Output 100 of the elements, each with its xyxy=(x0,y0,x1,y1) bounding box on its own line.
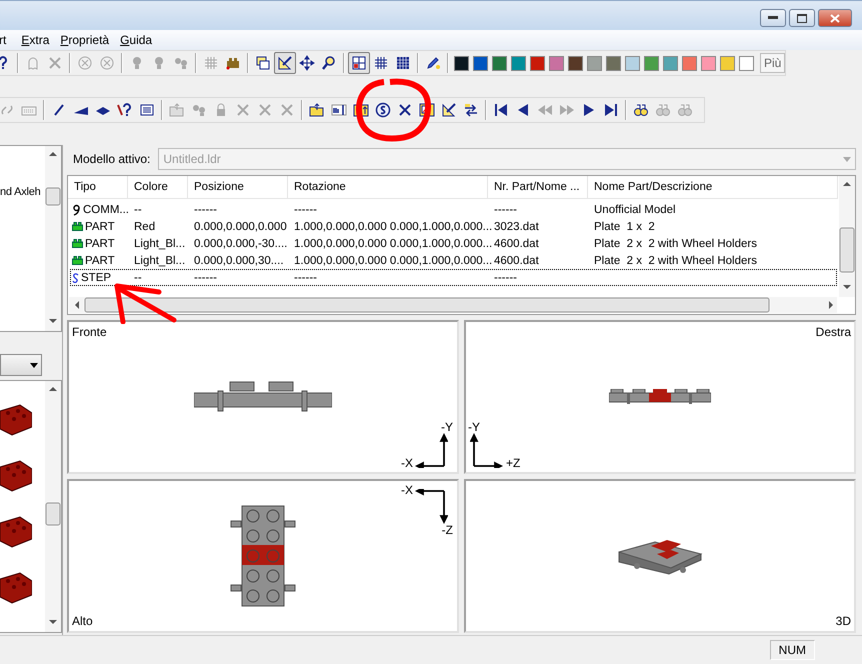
table-cell-text: ------ xyxy=(493,270,518,286)
step-icon xyxy=(375,102,391,118)
brick-icon xyxy=(72,256,83,265)
color-swatch[interactable] xyxy=(492,56,507,70)
menu-item[interactable]: Extra xyxy=(21,33,56,47)
column-header[interactable]: Nr. Part/Nome ... xyxy=(488,176,588,198)
column-header[interactable]: Rotazione xyxy=(288,176,488,198)
minimize-icon xyxy=(768,16,778,20)
table-cell: PART xyxy=(84,220,115,232)
color-swatch[interactable] xyxy=(549,56,564,70)
rewind-icon xyxy=(537,102,553,118)
dense-grid-icon xyxy=(395,55,411,71)
horizontal-scrollbar[interactable] xyxy=(69,297,837,313)
view-label: 3D xyxy=(836,614,851,628)
folder-icon xyxy=(309,102,325,118)
color-swatch[interactable] xyxy=(739,56,754,70)
table-cell: PART xyxy=(84,238,115,250)
menu-item[interactable]: Guida xyxy=(120,33,160,47)
vertical-scrollbar[interactable] xyxy=(839,176,855,297)
fast-forward-icon xyxy=(559,102,575,118)
brick-icon xyxy=(72,239,83,248)
more-colors-button[interactable]: Più xyxy=(760,53,786,73)
cross-icon xyxy=(397,102,413,118)
table-cell-text: Plate 2 x 2 with Wheel Holders xyxy=(593,254,758,268)
color-swatch[interactable] xyxy=(701,56,716,70)
skip-last-icon xyxy=(603,102,619,118)
ruler-icon xyxy=(277,55,293,71)
table-cell-text: Red xyxy=(133,220,156,234)
pencil-icon xyxy=(425,55,441,71)
grid-icon xyxy=(373,55,389,71)
cross-icon xyxy=(47,55,63,71)
arrow-annotation xyxy=(112,282,178,324)
model-label: Modello attivo: xyxy=(73,152,150,166)
table-cell-text: Plate 1 x 2 xyxy=(593,220,656,234)
menu-item[interactable]: Proprietà xyxy=(60,33,116,47)
axis-label: -X xyxy=(401,456,413,470)
axis-label: -Z xyxy=(442,523,453,537)
table-row[interactable]: COMM... -- ------ ------ ------ Unofficial Model xyxy=(70,201,837,218)
color-swatch[interactable] xyxy=(720,56,735,70)
maximize-icon xyxy=(797,14,807,22)
table-cell-text: Light_Bl... xyxy=(133,236,186,252)
comment-icon xyxy=(72,204,81,216)
skip-first-icon xyxy=(493,102,509,118)
binoculars-icon xyxy=(677,102,693,118)
dropdown-arrow-icon xyxy=(30,362,38,368)
axis-label: +Z xyxy=(506,456,520,470)
list-icon xyxy=(139,102,155,118)
cross-icon xyxy=(257,102,273,118)
category-dropdown[interactable] xyxy=(0,354,42,376)
close-button[interactable] xyxy=(818,9,852,27)
status-indicator: NUM xyxy=(770,640,815,660)
dropdown-arrow-icon xyxy=(843,156,851,162)
color-swatch[interactable] xyxy=(568,56,583,70)
column-header[interactable]: Colore xyxy=(128,176,188,198)
table-cell-text: Light_Bl... xyxy=(133,254,186,268)
column-header[interactable]: Posizione xyxy=(188,176,288,198)
circle-cross-icon xyxy=(99,55,115,71)
tree-item[interactable]: nd Axleh xyxy=(0,186,41,198)
color-swatch[interactable] xyxy=(587,56,602,70)
minimize-button[interactable] xyxy=(760,9,786,27)
table-cell-text: ------ xyxy=(193,202,218,218)
binoculars-icon xyxy=(655,102,671,118)
color-swatch[interactable] xyxy=(625,56,640,70)
magnifier-icon xyxy=(321,55,337,71)
vertical-scrollbar[interactable] xyxy=(45,381,61,632)
step-icon xyxy=(72,272,79,282)
column-header[interactable]: Tipo xyxy=(68,176,128,198)
color-swatch[interactable] xyxy=(644,56,659,70)
table-cell-text: ------ xyxy=(293,270,318,286)
table-row[interactable]: PART Red 0.000,0.000,0.000 1.000,0.000,0.000 0.000,1.000,0.000...3023.dat Plate 1 x 2 xyxy=(70,218,837,235)
cross-icon xyxy=(235,102,251,118)
ruler-button[interactable] xyxy=(274,52,296,74)
color-swatch[interactable] xyxy=(682,56,697,70)
table-cell-text: 1.000,0.000,0.000 0.000,1.000,0.000... xyxy=(293,254,490,268)
color-swatch[interactable] xyxy=(663,56,678,70)
menu-item[interactable]: rt xyxy=(0,33,14,47)
table-cell-text: -- xyxy=(133,270,143,286)
maximize-button[interactable] xyxy=(789,9,815,27)
column-header[interactable]: Nome Part/Descrizione xyxy=(588,176,838,198)
color-swatch[interactable] xyxy=(511,56,526,70)
table-row[interactable]: PART Light_Bl... 0.000,0.000,30.... 1.000,0.000,0.000 0.000,1.000,0.000...4600.dat Plate 2 x 2 with Wheel Holders xyxy=(70,252,837,269)
vertical-scrollbar[interactable] xyxy=(45,146,61,331)
table-cell-text: 0.000,0.000,-30.... xyxy=(193,236,288,252)
axis-label: -Y xyxy=(441,420,453,434)
windows-icon xyxy=(255,55,271,71)
table-cell-text: 0.000,0.000,30.... xyxy=(193,254,285,268)
view-label: Destra xyxy=(816,325,851,339)
table-cell-text: 0.000,0.000,0.000 xyxy=(193,220,288,234)
viewports-button[interactable] xyxy=(348,52,370,74)
color-swatch[interactable] xyxy=(454,56,469,70)
table-cell-text: Unofficial Model xyxy=(593,202,677,218)
table-cell-text: 1.000,0.000,0.000 0.000,1.000,0.000... xyxy=(293,236,490,252)
table-row[interactable]: PART Light_Bl... 0.000,0.000,-30.... 1.000,0.000,0.000 0.000,1.000,0.000...4600.dat Plate 2 x 2 with Wheel Holders xyxy=(70,235,837,252)
color-swatch[interactable] xyxy=(606,56,621,70)
color-swatch[interactable] xyxy=(530,56,545,70)
color-swatch[interactable] xyxy=(473,56,488,70)
table-row[interactable]: STEP -- ------ ------ ------ xyxy=(70,269,837,286)
table-cell-text: 4600.dat xyxy=(493,236,540,252)
binoculars-icon xyxy=(633,102,649,118)
bulbs-icon xyxy=(191,102,207,118)
